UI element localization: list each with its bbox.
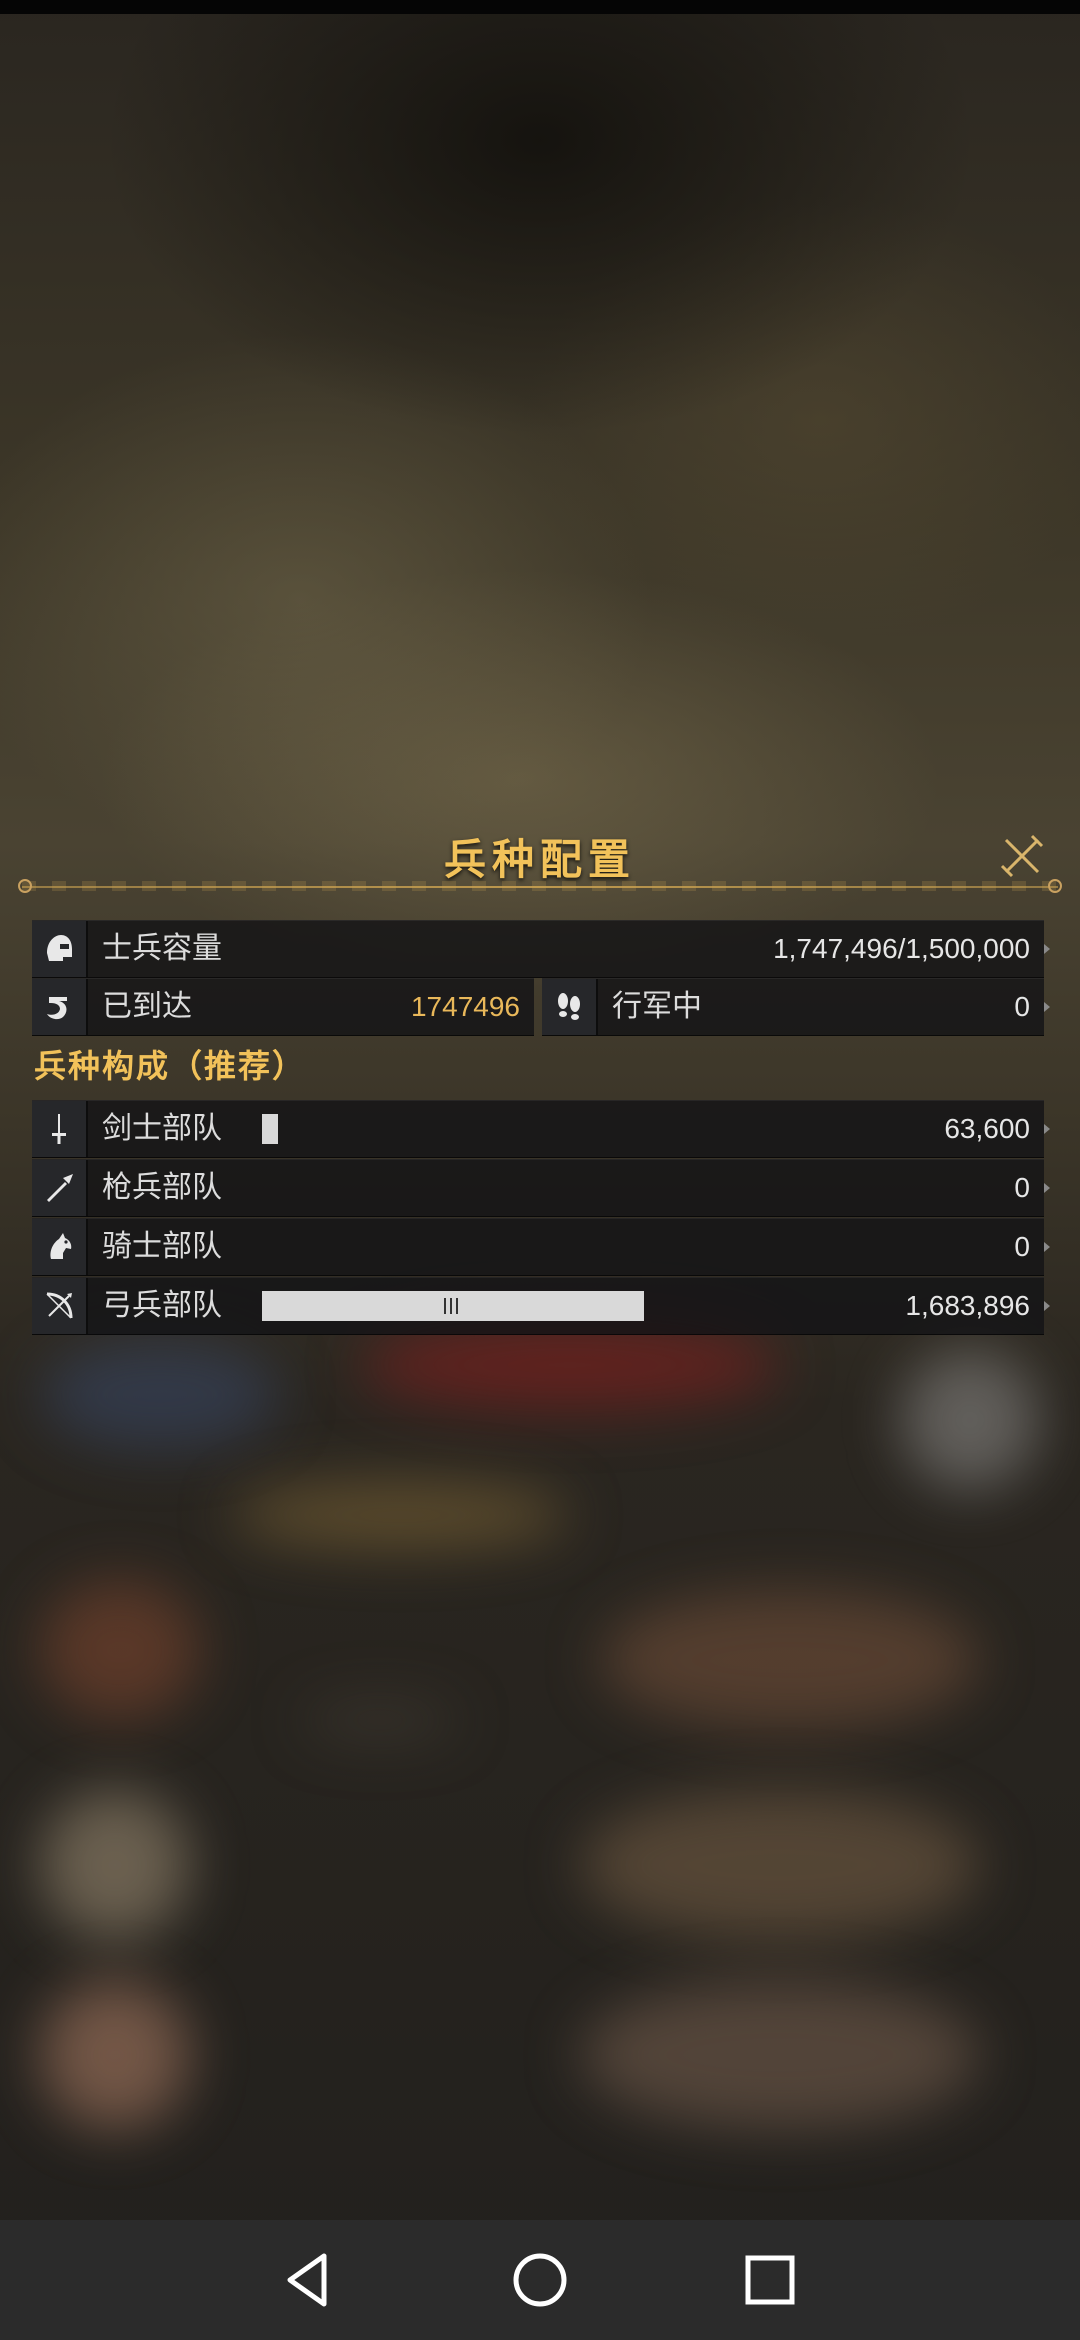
close-button[interactable]: [996, 830, 1048, 882]
unit-row-knight: 骑士部队 0: [32, 1218, 1050, 1276]
background-blur: [600, 1590, 980, 1730]
unit-row-swordsman: 剑士部队 63,600: [32, 1100, 1050, 1158]
unit-row-spearman: 枪兵部队 0: [32, 1159, 1050, 1217]
capacity-value: 1,747,496/1,500,000: [773, 933, 1030, 964]
unit-value: 0: [1014, 1172, 1030, 1203]
recent-apps-button[interactable]: [738, 2248, 802, 2312]
background-blur: [230, 1480, 570, 1550]
background-blur: [300, 1700, 460, 1740]
navigation-bar: [0, 2220, 1080, 2340]
background-blur: [40, 1340, 280, 1450]
unit-row-archer: 弓兵部队 1,683,896: [32, 1277, 1050, 1335]
background-blur: [40, 1790, 190, 1940]
home-button[interactable]: [508, 2248, 572, 2312]
unit-label: 剑士部队: [102, 1111, 222, 1146]
sword-icon: [32, 1101, 88, 1157]
unit-label: 骑士部队: [102, 1229, 222, 1264]
bar-grip: [444, 1298, 462, 1314]
divider-cap-left: [18, 879, 32, 893]
unit-bar: [262, 1291, 644, 1321]
row-tail: [1044, 1002, 1050, 1012]
divider-cap-right: [1048, 879, 1062, 893]
spear-icon: [32, 1160, 88, 1216]
background-blur: [900, 1350, 1040, 1490]
panel-title: 兵种配置: [443, 835, 636, 884]
unit-value: 1,683,896: [905, 1290, 1030, 1321]
capacity-label: 士兵容量: [102, 931, 222, 966]
arrival-icon: [32, 979, 88, 1035]
capacity-row: 士兵容量 1,747,496/1,500,000: [32, 920, 1050, 978]
row-tail: [1044, 944, 1050, 954]
back-button[interactable]: [278, 2248, 342, 2312]
unit-value: 0: [1014, 1231, 1030, 1262]
recent-apps-icon: [745, 2255, 795, 2305]
back-icon: [287, 2253, 327, 2307]
arrived-label: 已到达: [102, 989, 192, 1024]
row-tail: [1044, 1183, 1050, 1193]
row-tail: [1044, 1301, 1050, 1311]
arrived-value: 1747496: [410, 991, 520, 1022]
marching-label: 行军中: [612, 989, 702, 1024]
arrived-row: 已到达 1747496: [32, 978, 534, 1036]
marching-value: 0: [1014, 991, 1030, 1022]
bow-icon: [32, 1278, 88, 1334]
footprints-icon: [542, 979, 598, 1035]
helmet-icon: [32, 921, 88, 977]
unit-label: 枪兵部队: [102, 1170, 222, 1205]
horse-icon: [32, 1219, 88, 1275]
row-tail: [1044, 1242, 1050, 1252]
title-divider: [22, 886, 1058, 888]
home-icon: [513, 2253, 567, 2307]
row-tail: [1044, 1124, 1050, 1134]
screen: 兵种配置 士兵容量 1,747,496/1,500,000 已到达 174749…: [0, 0, 1080, 2340]
background-blur: [40, 1580, 200, 1720]
background-blur: [40, 1980, 190, 2130]
unit-bar: [262, 1114, 278, 1144]
unit-value: 63,600: [944, 1113, 1030, 1144]
composition-title: 兵种构成（推荐）: [34, 1047, 307, 1085]
background-blur: [580, 1980, 980, 2130]
close-icon: [1000, 834, 1044, 878]
marching-row: 行军中 0: [542, 978, 1050, 1036]
unit-label: 弓兵部队: [102, 1288, 222, 1323]
background-blur: [580, 1790, 980, 1940]
status-bar: [0, 0, 1080, 14]
